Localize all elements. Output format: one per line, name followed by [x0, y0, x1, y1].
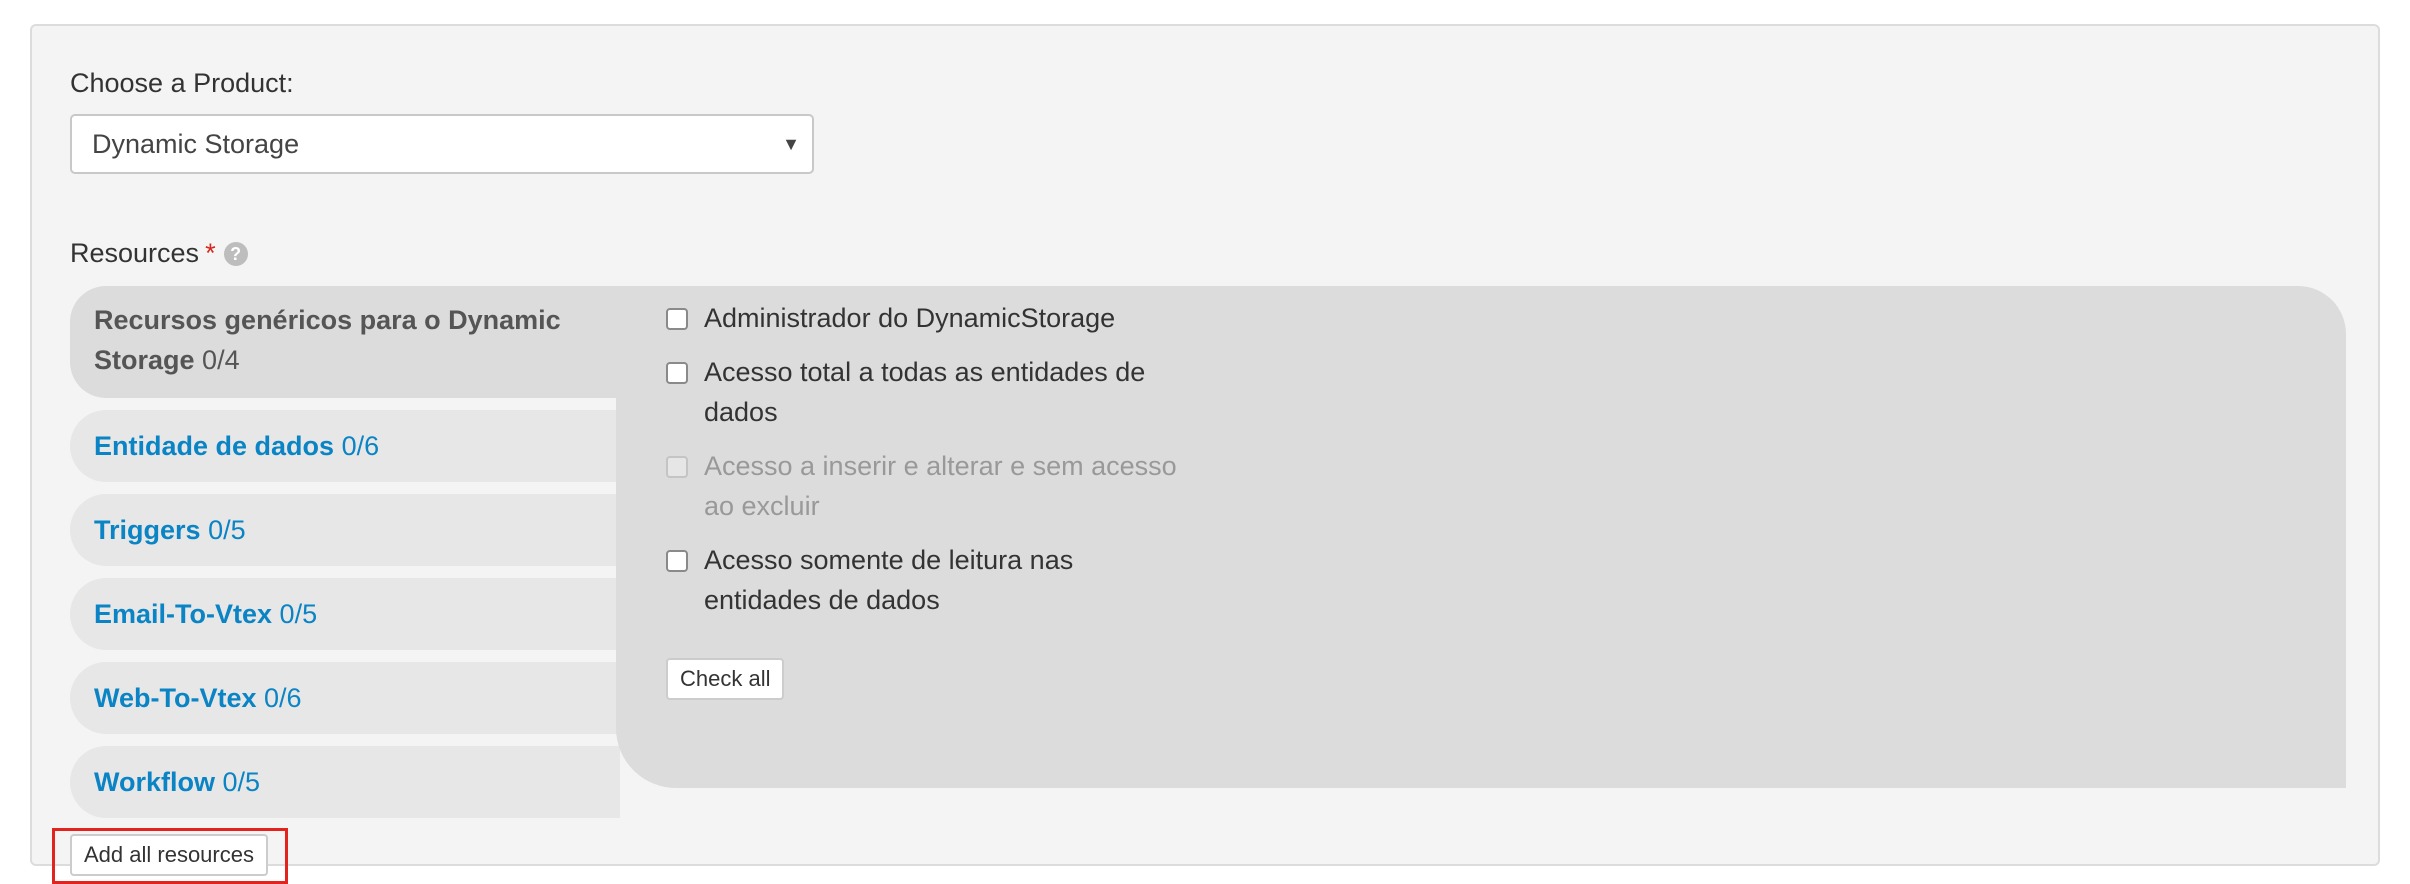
- permission-label: Acesso total a todas as entidades de dad…: [704, 357, 1146, 427]
- permission-label: Administrador do DynamicStorage: [704, 303, 1116, 333]
- permission-checkbox: [666, 456, 688, 478]
- check-all-button[interactable]: Check all: [666, 658, 785, 700]
- permission-item[interactable]: Acesso total a todas as entidades de dad…: [666, 352, 1186, 432]
- category-item-entidade-de-dados[interactable]: Entidade de dados 0/6: [70, 410, 620, 482]
- resource-panel: Choose a Product: Dynamic Storage ▼ Reso…: [30, 24, 2380, 866]
- required-asterisk: *: [205, 238, 216, 268]
- category-item-workflow[interactable]: Workflow 0/5: [70, 746, 620, 818]
- permission-item-disabled: Acesso a inserir e alterar e sem acesso …: [666, 446, 1186, 526]
- permission-label: Acesso a inserir e alterar e sem acesso …: [704, 451, 1177, 521]
- resources-label-text: Resources: [70, 238, 200, 268]
- permission-checkbox[interactable]: [666, 362, 688, 384]
- category-item-email-to-vtex[interactable]: Email-To-Vtex 0/5: [70, 578, 620, 650]
- category-item-generic[interactable]: Recursos genéricos para o Dynamic Storag…: [70, 286, 670, 398]
- permission-label: Acesso somente de leitura nas entidades …: [704, 545, 1074, 615]
- permissions-pane: Administrador do DynamicStorage Acesso t…: [616, 286, 2346, 788]
- category-count: 0/6: [264, 683, 302, 713]
- category-count: 0/5: [222, 767, 261, 797]
- category-item-web-to-vtex[interactable]: Web-To-Vtex 0/6: [70, 662, 620, 734]
- help-icon[interactable]: ?: [223, 242, 248, 266]
- permission-item[interactable]: Acesso somente de leitura nas entidades …: [666, 540, 1186, 620]
- product-label: Choose a Product:: [70, 68, 294, 98]
- category-count: 0/6: [341, 431, 380, 461]
- chevron-down-icon: ▼: [782, 134, 800, 154]
- category-name: Web-To-Vtex: [94, 683, 257, 713]
- category-name: Entidade de dados: [94, 431, 335, 461]
- permission-checkbox[interactable]: [666, 550, 688, 572]
- category-count: 0/5: [279, 599, 318, 629]
- category-name: Recursos genéricos para o Dynamic Storag…: [94, 305, 561, 375]
- product-select-value: Dynamic Storage: [92, 129, 300, 159]
- permission-item[interactable]: Administrador do DynamicStorage: [666, 298, 1186, 338]
- category-name: Workflow: [94, 767, 215, 797]
- resources-label: Resources *?: [70, 238, 248, 269]
- category-count: 0/5: [208, 515, 246, 545]
- category-name: Triggers: [94, 515, 201, 545]
- product-select[interactable]: Dynamic Storage ▼: [70, 114, 814, 174]
- category-count: 0/4: [202, 345, 240, 375]
- category-item-triggers[interactable]: Triggers 0/5: [70, 494, 620, 566]
- add-all-resources-button[interactable]: Add all resources: [70, 834, 268, 876]
- permission-checkbox[interactable]: [666, 308, 688, 330]
- category-name: Email-To-Vtex: [94, 599, 273, 629]
